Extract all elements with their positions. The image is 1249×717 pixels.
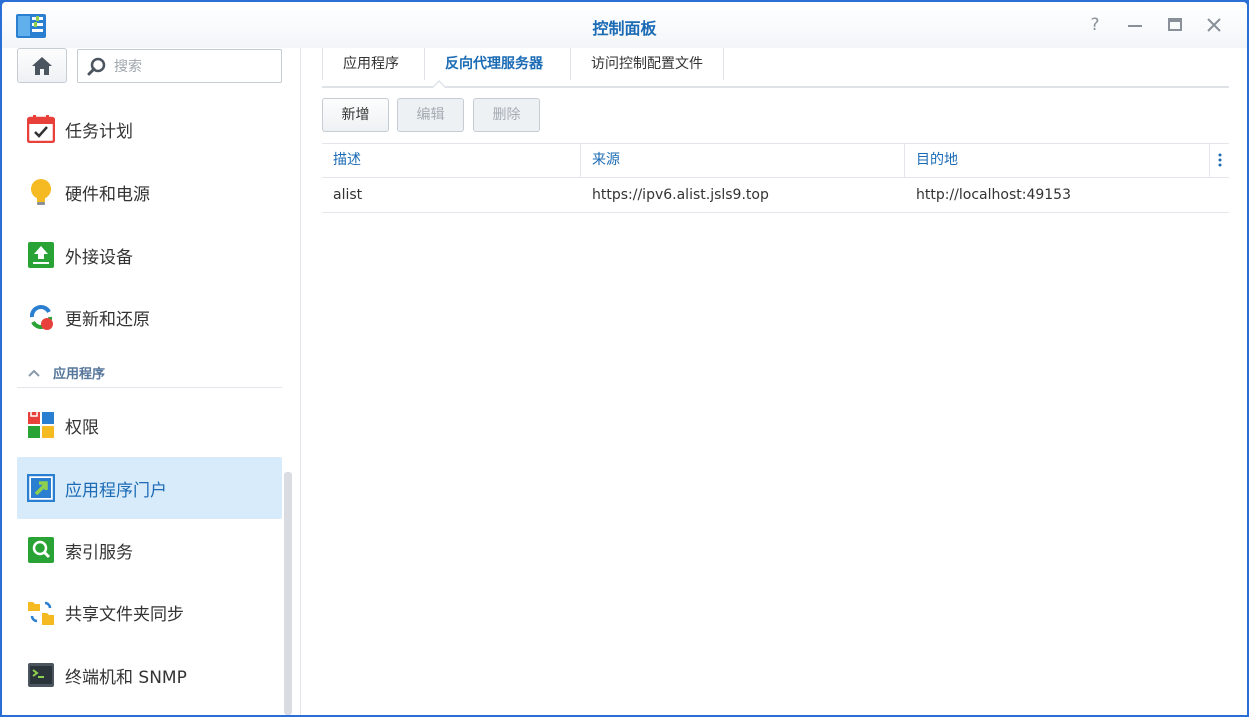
application-portal-icon <box>27 474 55 502</box>
tab-reverse-proxy[interactable]: 反向代理服务器 <box>424 48 563 80</box>
sidebar-item-label: 外接设备 <box>65 247 133 268</box>
sidebar-item-task-scheduler[interactable]: 任务计划 <box>17 98 282 160</box>
sidebar-item-terminal-snmp[interactable]: 终端机和 SNMP <box>17 644 282 706</box>
sidebar-item-application-portal[interactable]: 应用程序门户 <box>17 457 282 519</box>
section-header-applications[interactable]: 应用程序 <box>17 358 282 388</box>
sidebar-item-hardware-power[interactable]: 硬件和电源 <box>17 161 282 223</box>
sidebar-item-label: 共享文件夹同步 <box>65 604 184 625</box>
cell-source: https://ipv6.alist.jsls9.top <box>592 187 769 203</box>
sidebar-item-privileges[interactable]: 权限 <box>17 394 282 456</box>
sidebar-item-label: 终端机和 SNMP <box>65 667 187 688</box>
search-icon <box>87 57 106 76</box>
lightbulb-icon <box>31 179 51 205</box>
edit-button[interactable]: 编辑 <box>397 98 464 132</box>
cell-destination: http://localhost:49153 <box>916 187 1071 203</box>
window-title: 控制面板 <box>592 19 657 38</box>
sidebar-item-external-devices[interactable]: 外接设备 <box>17 224 282 286</box>
terminal-icon <box>28 663 54 687</box>
search-field[interactable] <box>77 49 282 83</box>
update-restore-icon <box>29 305 53 330</box>
indexing-search-icon <box>28 537 54 563</box>
title-bar[interactable]: 控制面板 ? <box>2 2 1247 48</box>
sidebar-item-label: 应用程序门户 <box>65 480 167 501</box>
add-button[interactable]: 新增 <box>322 98 389 132</box>
tab-access-control-profile[interactable]: 访问控制配置文件 <box>570 48 724 80</box>
cell-description: alist <box>333 187 363 203</box>
tab-bar: 应用程序 反向代理服务器 访问控制配置文件 <box>322 48 1229 88</box>
external-device-icon <box>28 242 54 268</box>
search-input[interactable] <box>114 56 274 78</box>
sidebar-scrollbar[interactable] <box>284 472 292 715</box>
sidebar-item-label: 索引服务 <box>65 542 133 563</box>
sidebar-item-update-restore[interactable]: 更新和还原 <box>17 286 282 348</box>
column-menu-icon[interactable] <box>1217 153 1223 167</box>
sidebar-item-label: 任务计划 <box>65 121 133 142</box>
tab-applications[interactable]: 应用程序 <box>322 48 419 80</box>
maximize-button[interactable] <box>1164 14 1186 36</box>
minimize-button[interactable] <box>1124 14 1146 36</box>
active-tab-indicator <box>432 79 446 88</box>
main-panel: 应用程序 反向代理服务器 访问控制配置文件 新增 编辑 删除 描述 来源 目的地 <box>322 48 1229 715</box>
sidebar: 任务计划 硬件和电源 外接设备 更新和还原 <box>2 48 300 715</box>
calendar-check-icon <box>27 115 55 143</box>
home-icon <box>32 57 52 75</box>
folder-sync-icon <box>28 601 54 625</box>
column-header-source[interactable]: 来源 <box>581 144 905 177</box>
delete-button[interactable]: 删除 <box>473 98 540 132</box>
sidebar-item-label: 更新和还原 <box>65 309 150 330</box>
column-header-description[interactable]: 描述 <box>322 144 581 177</box>
table-row[interactable]: alist https://ipv6.alist.jsls9.top http:… <box>322 178 1229 213</box>
section-header-label: 应用程序 <box>53 367 106 382</box>
close-icon <box>1207 18 1221 32</box>
control-panel-window: 控制面板 ? 搜索 任务计划 硬件和电源 外接设备 更新和还原 应用程序 权限 … <box>2 2 1247 715</box>
minimize-icon <box>1128 25 1142 27</box>
home-button[interactable] <box>17 48 67 83</box>
sidebar-divider <box>300 48 301 715</box>
sidebar-item-shared-folder-sync[interactable]: 共享文件夹同步 <box>17 581 282 643</box>
sidebar-item-label: 硬件和电源 <box>65 184 150 205</box>
help-icon: ? <box>1090 15 1100 35</box>
privileges-icon <box>28 411 54 438</box>
maximize-icon <box>1168 18 1182 31</box>
column-header-destination[interactable]: 目的地 <box>905 144 1210 177</box>
help-button[interactable]: ? <box>1084 14 1106 36</box>
reverse-proxy-table: 描述 来源 目的地 alist https://ipv6.alist.jsls9… <box>322 143 1229 213</box>
chevron-up-icon <box>28 369 40 377</box>
sidebar-item-indexing-service[interactable]: 索引服务 <box>17 519 282 581</box>
sidebar-item-label: 权限 <box>65 417 99 438</box>
close-button[interactable] <box>1203 14 1225 36</box>
table-header: 描述 来源 目的地 <box>322 143 1229 178</box>
